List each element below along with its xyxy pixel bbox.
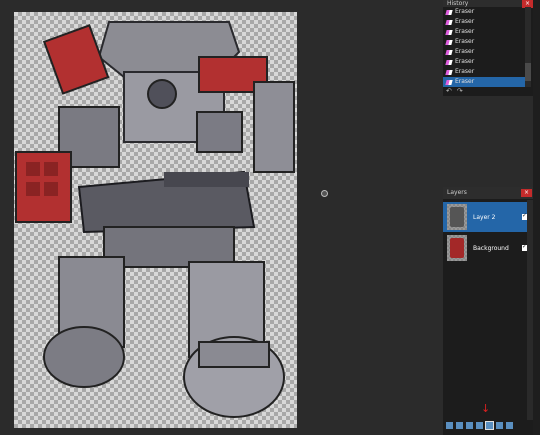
- layer-name: Background: [473, 244, 509, 252]
- canvas-area[interactable]: [0, 0, 440, 435]
- red-arrow-annotation-icon: ↓: [481, 402, 491, 415]
- layers-scrollbar[interactable]: [527, 200, 533, 420]
- right-edge-scrollbar[interactable]: [533, 0, 540, 435]
- eraser-icon: [445, 49, 453, 55]
- history-list: Eraser Eraser Eraser Eraser Eraser Eraser Eras…: [443, 7, 526, 87]
- add-layer-icon[interactable]: [446, 422, 453, 429]
- duplicate-layer-icon[interactable]: [466, 422, 473, 429]
- history-item-label: Eraser: [455, 38, 475, 45]
- history-title: History: [447, 0, 469, 7]
- history-item-label: Eraser: [455, 18, 475, 25]
- eraser-icon: [445, 79, 453, 85]
- move-down-icon[interactable]: [496, 422, 503, 429]
- history-item[interactable]: Eraser: [443, 47, 526, 57]
- history-title-bar: History ×: [443, 0, 533, 8]
- merge-layer-icon[interactable]: [476, 422, 483, 429]
- layers-toolbar: [443, 419, 536, 431]
- layer-thumbnail: [447, 235, 467, 261]
- document-canvas[interactable]: [14, 12, 297, 428]
- history-item[interactable]: Eraser: [443, 57, 526, 67]
- delete-layer-icon[interactable]: [456, 422, 463, 429]
- eraser-icon: [445, 39, 453, 45]
- eraser-icon: [445, 9, 453, 15]
- history-item-label: Eraser: [455, 58, 475, 65]
- history-item[interactable]: Eraser: [443, 7, 526, 17]
- eraser-icon: [445, 59, 453, 65]
- history-item-label: Eraser: [455, 48, 475, 55]
- move-up-icon[interactable]: [485, 421, 494, 430]
- history-toolbar: ↶ ↷: [443, 86, 536, 96]
- undo-icon[interactable]: ↶: [446, 86, 452, 96]
- history-item[interactable]: Eraser: [443, 17, 526, 27]
- layers-panel: Layers × Layer 2 Background: [443, 187, 533, 435]
- history-item-label: Eraser: [455, 28, 475, 35]
- eraser-icon: [445, 19, 453, 25]
- history-item-label: Eraser: [455, 8, 475, 15]
- layer-row-background[interactable]: Background: [443, 233, 533, 263]
- layer-row-layer2[interactable]: Layer 2: [443, 202, 533, 232]
- mech-artwork: [15, 21, 295, 418]
- history-item[interactable]: Eraser: [443, 67, 526, 77]
- history-panel: History × Eraser Eraser Eraser Eraser Eraser…: [443, 0, 533, 96]
- eraser-icon: [445, 29, 453, 35]
- layer-thumbnail: [447, 204, 467, 230]
- layers-title: Layers: [447, 189, 467, 196]
- history-item[interactable]: Eraser: [443, 37, 526, 47]
- layer-name: Layer 2: [473, 213, 496, 221]
- cursor-indicator: [321, 190, 328, 197]
- eraser-icon: [445, 69, 453, 75]
- redo-icon[interactable]: ↷: [457, 86, 463, 96]
- properties-icon[interactable]: [506, 422, 513, 429]
- history-item-label: Eraser: [455, 68, 475, 75]
- history-scrollbar-thumb[interactable]: [525, 63, 531, 81]
- history-item[interactable]: Eraser: [443, 27, 526, 37]
- history-scrollbar[interactable]: [525, 7, 531, 87]
- layers-title-bar: Layers ×: [443, 187, 533, 199]
- layers-close-button[interactable]: ×: [521, 189, 532, 197]
